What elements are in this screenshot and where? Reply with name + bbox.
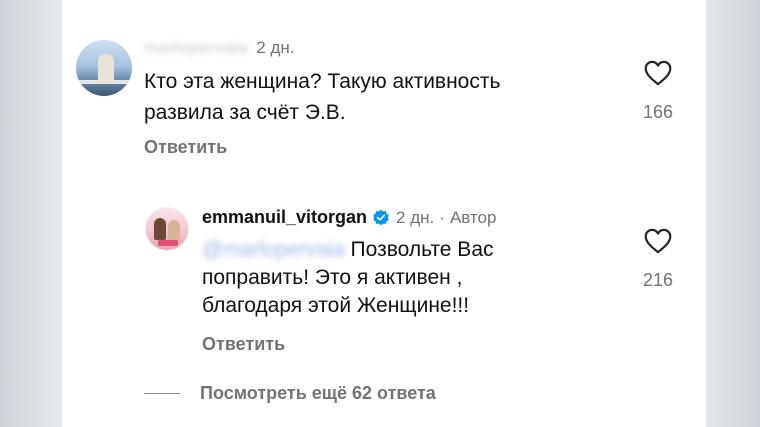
comment-text: Кто эта женщина? Такую активность развил… — [144, 70, 501, 124]
like-count-2: 216 — [642, 270, 674, 290]
author-username[interactable]: emmanuil_vitorgan — [202, 207, 367, 228]
comment-time: 2 дн. — [256, 38, 295, 57]
reply-text: @marlopervaia Позвольте Вас поправить! Э… — [202, 236, 602, 320]
reply-button-2[interactable]: Ответить — [202, 334, 285, 355]
mention-link[interactable]: @marlopervaia — [202, 238, 345, 261]
view-more-replies[interactable]: Посмотреть ещё 62 ответа — [144, 383, 436, 404]
divider-line — [144, 393, 180, 394]
background-right — [698, 0, 760, 427]
author-badge: Автор — [449, 207, 497, 227]
comment-meta: marlopervaia 2 дн. — [144, 38, 294, 58]
heart-icon[interactable] — [644, 228, 672, 254]
reply-button[interactable]: Ответить — [144, 137, 227, 158]
like-count: 166 — [642, 102, 674, 122]
reply-time: 2 дн. — [396, 207, 435, 227]
heart-icon[interactable] — [644, 60, 672, 86]
background-left — [0, 0, 62, 427]
comments-panel: marlopervaia 2 дн. Кто эта женщина? Такую… — [62, 0, 706, 427]
reply-meta: emmanuil_vitorgan 2 дн. · Автор — [202, 207, 496, 228]
commenter-username[interactable]: marlopervaia — [144, 38, 248, 58]
verified-badge-icon — [373, 209, 389, 225]
author-avatar[interactable] — [145, 207, 189, 251]
view-more-label: Посмотреть ещё 62 ответа — [200, 383, 436, 403]
commenter-avatar[interactable] — [76, 40, 132, 96]
meta-separator: · — [439, 207, 445, 227]
